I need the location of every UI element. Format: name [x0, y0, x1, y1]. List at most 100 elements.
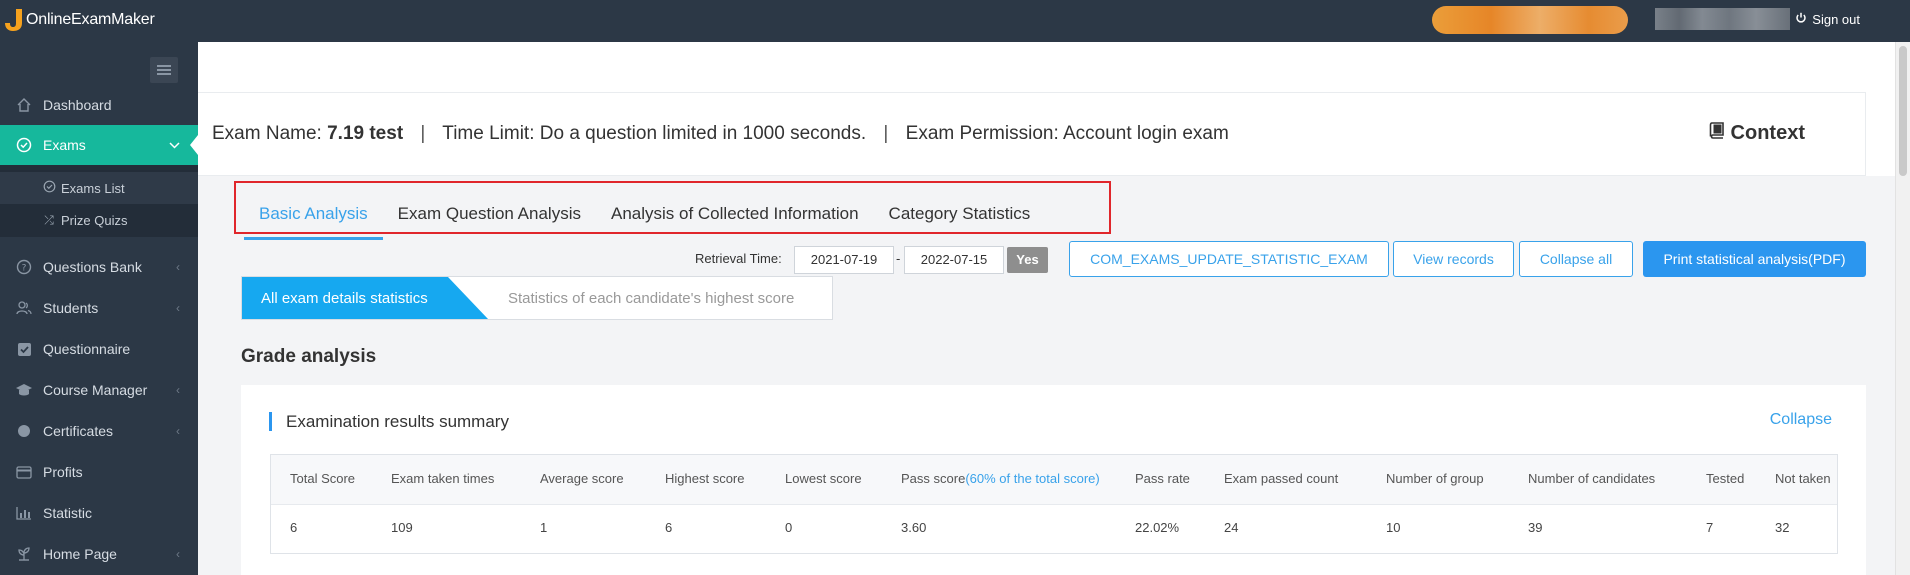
- value-not-taken: 32: [1775, 520, 1790, 535]
- separator: |: [420, 123, 426, 144]
- sidebar-item-questions-bank[interactable]: ? Questions Bank ‹: [0, 247, 198, 287]
- menu-icon: [157, 69, 171, 71]
- sidebar-subitem-exams-list[interactable]: Exams List: [0, 172, 198, 204]
- header-cell: Exam passed count: [1224, 471, 1339, 486]
- exam-info: Exam Name: 7.19 test | Time Limit: Do a …: [212, 123, 1229, 145]
- retrieval-time-label: Retrieval Time:: [695, 251, 782, 266]
- active-indicator: [190, 135, 198, 155]
- summary-table: Total Score Exam taken times Average sco…: [270, 454, 1838, 554]
- sign-out-button[interactable]: Sign out: [1795, 12, 1860, 27]
- statistics-subtabs: All exam details statistics Statistics o…: [241, 276, 833, 320]
- card-icon: [15, 463, 33, 481]
- vertical-scrollbar[interactable]: [1895, 42, 1910, 575]
- sidebar-item-label: Students: [43, 300, 99, 316]
- sidebar-item-label: Home Page: [43, 546, 117, 562]
- value-lowest-score: 0: [785, 520, 793, 535]
- users-icon: [15, 299, 33, 317]
- header-cell: Pass rate: [1135, 471, 1190, 486]
- subtab-all-exam-details-label[interactable]: All exam details statistics: [261, 290, 428, 307]
- check-circle-icon: [42, 180, 56, 196]
- logo[interactable]: OnlineExamMaker: [4, 8, 155, 32]
- sidebar-item-label: Certificates: [43, 423, 114, 439]
- collapse-all-button[interactable]: Collapse all: [1519, 241, 1633, 277]
- header-cell: Number of group: [1386, 471, 1484, 486]
- header-cell: Exam taken times: [391, 471, 495, 486]
- top-bar: OnlineExamMaker Sign out: [0, 0, 1910, 42]
- header-cell: Number of candidates: [1528, 471, 1656, 486]
- sidebar-subitem-label: Prize Quizs: [61, 212, 128, 228]
- value-exam-taken-times: 109: [391, 520, 413, 535]
- sidebar-item-label: Dashboard: [43, 97, 112, 113]
- sidebar-subitem-prize-quizs[interactable]: ⤮ Prize Quizs: [0, 204, 198, 236]
- logo-text: OnlineExamMaker: [26, 11, 155, 28]
- sidebar-subitem-label: Exams List: [61, 180, 125, 196]
- sidebar-item-questionnaire[interactable]: Questionnaire: [0, 329, 198, 369]
- sidebar-item-statistic[interactable]: Statistic: [0, 493, 198, 533]
- chevron-left-icon: ‹: [176, 547, 180, 561]
- sidebar-item-students[interactable]: Students ‹: [0, 288, 198, 328]
- exam-permission: Exam Permission: Account login exam: [905, 123, 1229, 144]
- sidebar-item-course-manager[interactable]: Course Manager ‹: [0, 370, 198, 410]
- date-from-input[interactable]: 2021-07-19: [794, 246, 894, 274]
- date-to-input[interactable]: 2022-07-15: [904, 246, 1004, 274]
- value-number-of-group: 10: [1386, 520, 1401, 535]
- pass-score-hint: (60% of the total score): [965, 471, 1100, 486]
- card-title: Examination results summary: [286, 412, 509, 431]
- value-exam-passed-count: 24: [1224, 520, 1239, 535]
- header-cell: Tested: [1706, 471, 1745, 486]
- svg-text:?: ?: [22, 264, 27, 274]
- sidebar-item-exams[interactable]: Exams: [0, 125, 198, 165]
- grade-analysis-title: Grade analysis: [241, 346, 377, 367]
- value-number-of-candidates: 39: [1528, 520, 1543, 535]
- sidebar-item-label: Profits: [43, 464, 83, 480]
- user-avatar-blurred[interactable]: [1655, 8, 1790, 30]
- sidebar-item-label: Course Manager: [43, 382, 148, 398]
- value-highest-score: 6: [665, 520, 673, 535]
- exam-time-limit: Time Limit: Do a question limited in 100…: [442, 123, 867, 144]
- yes-button[interactable]: Yes: [1007, 247, 1048, 273]
- sidebar-toggle-button[interactable]: [150, 57, 178, 83]
- sidebar-item-label: Exams: [43, 137, 86, 153]
- bar-chart-icon: [15, 504, 33, 522]
- sidebar-item-label: Questionnaire: [43, 341, 131, 357]
- plant-icon: [15, 545, 33, 563]
- graduation-cap-icon: [15, 381, 33, 399]
- context-button[interactable]: Context: [1709, 122, 1805, 145]
- sidebar-item-certificates[interactable]: Certificates ‹: [0, 411, 198, 451]
- question-circle-icon: ?: [15, 258, 33, 276]
- tabs-highlight-box: [234, 181, 1111, 234]
- user-info-blurred: [1432, 6, 1628, 34]
- context-label: Context: [1730, 122, 1805, 144]
- header-cell-pass-score: Pass score(60% of the total score): [901, 455, 1100, 503]
- header-cell: Average score: [540, 471, 624, 486]
- date-separator: -: [896, 251, 901, 266]
- circle-icon: [15, 422, 33, 440]
- table-row: 6 109 1 6 0 3.60 22.02% 24 10 39 7 32: [271, 504, 1837, 554]
- home-icon: [15, 96, 33, 114]
- sidebar-item-profits[interactable]: Profits: [0, 452, 198, 492]
- sidebar-item-label: Statistic: [43, 505, 93, 521]
- value-pass-score: 3.60: [901, 520, 927, 535]
- checkbox-icon: [15, 340, 33, 358]
- update-statistic-button[interactable]: COM_EXAMS_UPDATE_STATISTIC_EXAM: [1069, 241, 1389, 277]
- subtab-highest-score[interactable]: Statistics of each candidate's highest s…: [508, 290, 794, 307]
- value-average-score: 1: [540, 520, 548, 535]
- print-pdf-button[interactable]: Print statistical analysis(PDF): [1643, 241, 1866, 277]
- view-records-button[interactable]: View records: [1393, 241, 1514, 277]
- value-total-score: 6: [290, 520, 298, 535]
- chevron-down-icon: [169, 138, 180, 152]
- logo-icon: [4, 8, 24, 32]
- header-cell: Highest score: [665, 471, 745, 486]
- sidebar-item-home-page[interactable]: Home Page ‹: [0, 534, 198, 574]
- book-icon: [1709, 122, 1725, 145]
- shuffle-icon: ⤮: [44, 212, 54, 227]
- exam-header: Exam Name: 7.19 test | Time Limit: Do a …: [198, 92, 1866, 176]
- sidebar-item-dashboard[interactable]: Dashboard: [0, 85, 198, 125]
- chevron-left-icon: ‹: [176, 260, 180, 274]
- chevron-left-icon: ‹: [176, 301, 180, 315]
- scrollbar-thumb[interactable]: [1899, 46, 1907, 176]
- value-tested: 7: [1706, 520, 1714, 535]
- value-pass-rate: 22.02%: [1135, 520, 1180, 535]
- collapse-link[interactable]: Collapse: [1770, 411, 1832, 429]
- chevron-left-icon: ‹: [176, 383, 180, 397]
